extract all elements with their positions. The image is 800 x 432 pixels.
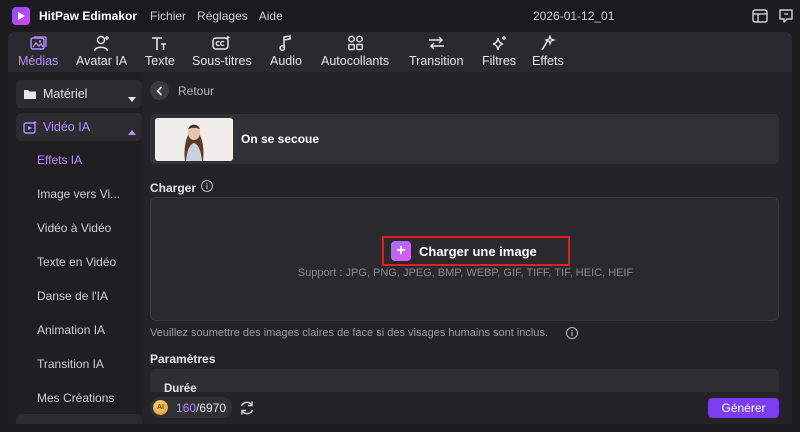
main-panel: Retour On se secoue Charger i + Charger … <box>142 72 792 424</box>
sidebar-item-video-a-video[interactable]: Vidéo à Vidéo <box>37 221 111 235</box>
tab-label: Texte <box>145 54 175 68</box>
upload-dropzone[interactable]: + Charger une image Support : JPG, PNG, … <box>150 197 779 321</box>
tab-medias[interactable]: Médias <box>18 32 58 72</box>
caret-down-icon <box>128 91 136 105</box>
upload-button-label: Charger une image <box>419 243 537 259</box>
tab-audio[interactable]: Audio <box>270 32 302 72</box>
stickers-icon <box>347 34 364 52</box>
sidebar-category-label: Matériel <box>43 87 88 101</box>
tab-texte[interactable]: Texte <box>145 32 175 72</box>
caret-up-icon <box>128 124 136 138</box>
ai-video-icon <box>23 120 37 134</box>
main-toolbar: Médias Avatar IA Texte Sous-titres Audio… <box>8 32 792 72</box>
sidebar-item-mes-creations[interactable]: Mes Créations <box>37 391 114 405</box>
transition-icon <box>427 34 446 52</box>
back-label[interactable]: Retour <box>178 84 214 98</box>
plus-icon: + <box>391 241 411 261</box>
template-name: On se secoue <box>241 132 320 146</box>
coin-icon: AI <box>153 400 168 415</box>
back-button[interactable] <box>150 81 169 100</box>
sidebar-item-danse-ia[interactable]: Danse de l'IA <box>37 289 108 303</box>
app-logo-icon <box>12 7 30 25</box>
menu-aide[interactable]: Aide <box>259 9 283 23</box>
title-bar: HitPaw Edimakor Fichier Réglages Aide <box>0 0 800 32</box>
effects-icon <box>539 34 557 52</box>
tab-label: Autocollants <box>321 54 390 68</box>
template-thumbnail <box>155 118 233 161</box>
music-note-icon <box>279 34 293 52</box>
sidebar: Matériel Vidéo IA Effets IA Image vers V… <box>8 72 142 424</box>
bottom-bar: AI 160/6970 Générer <box>142 392 792 424</box>
sidebar-item-animation-ia[interactable]: Animation IA <box>37 323 105 337</box>
text-icon <box>151 34 168 52</box>
sidebar-category-partial[interactable] <box>16 414 142 424</box>
refresh-icon[interactable] <box>238 399 256 417</box>
sidebar-item-effets-ia[interactable]: Effets IA <box>37 153 82 167</box>
tab-label: Sous-titres <box>192 54 252 68</box>
menu-fichier[interactable]: Fichier <box>150 9 186 23</box>
feedback-icon[interactable] <box>777 7 795 25</box>
tab-label: Avatar IA <box>76 54 128 68</box>
folder-icon <box>23 88 37 100</box>
credits-used: 160 <box>176 401 197 415</box>
credits-counter: 160/6970 <box>176 401 226 415</box>
credits-total: /6970 <box>196 401 227 415</box>
upload-image-button[interactable]: + Charger une image <box>382 236 570 266</box>
subtitles-icon <box>212 34 231 52</box>
tab-label: Filtres <box>482 54 517 68</box>
supported-formats: Support : JPG, PNG, JPEG, BMP, WEBP, GIF… <box>297 267 634 279</box>
sidebar-item-transition-ia[interactable]: Transition IA <box>37 357 104 371</box>
info-icon[interactable]: i <box>566 327 578 339</box>
upload-hint: Veuillez soumettre des images claires de… <box>150 327 549 339</box>
sidebar-category-video-ia[interactable]: Vidéo IA <box>16 113 142 141</box>
generate-button[interactable]: Générer <box>708 398 779 418</box>
tab-label: Transition <box>409 54 464 68</box>
sidebar-item-image-vers-video[interactable]: Image vers Vi... <box>37 187 120 201</box>
sidebar-item-texte-en-video[interactable]: Texte en Vidéo <box>37 255 116 269</box>
sparkle-icon <box>490 34 508 52</box>
template-card: On se secoue <box>150 114 779 164</box>
project-name: 2026-01-12_01 <box>533 9 615 23</box>
info-icon[interactable]: i <box>201 180 213 192</box>
tab-effets[interactable]: Effets <box>532 32 564 72</box>
params-section-title: Paramètres <box>150 352 216 366</box>
tab-avatar-ia[interactable]: Avatar IA <box>76 32 127 72</box>
tab-filtres[interactable]: Filtres <box>482 32 516 72</box>
tab-label: Médias <box>18 54 59 68</box>
tab-label: Effets <box>532 54 564 68</box>
tab-sous-titres[interactable]: Sous-titres <box>192 32 252 72</box>
tab-transition[interactable]: Transition <box>409 32 463 72</box>
sidebar-category-materiel[interactable]: Matériel <box>16 80 142 108</box>
menu-reglages[interactable]: Réglages <box>197 9 248 23</box>
upload-section-title: Charger <box>150 181 197 195</box>
tab-autocollants[interactable]: Autocollants <box>321 32 389 72</box>
tab-label: Audio <box>270 54 302 68</box>
sidebar-category-label: Vidéo IA <box>43 120 91 134</box>
app-title: HitPaw Edimakor <box>39 9 138 23</box>
layout-icon[interactable] <box>751 7 769 25</box>
avatar-icon <box>93 34 111 52</box>
media-icon <box>29 34 47 52</box>
chevron-left-icon <box>156 85 163 96</box>
